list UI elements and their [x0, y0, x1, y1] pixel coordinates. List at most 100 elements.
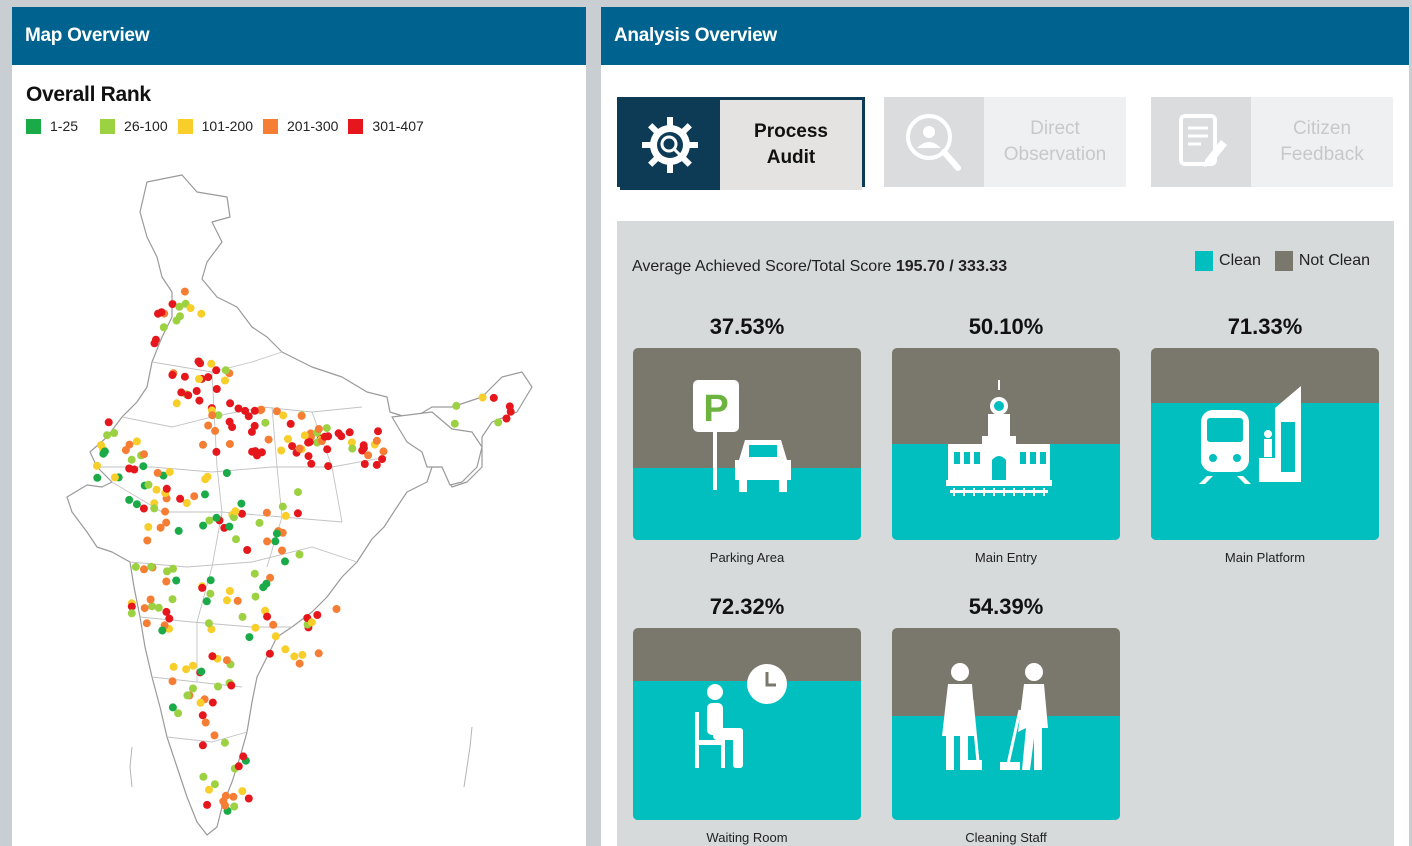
station-dot[interactable]	[208, 652, 217, 661]
station-dot[interactable]	[199, 521, 208, 530]
station-dot[interactable]	[204, 421, 213, 430]
station-dot[interactable]	[174, 526, 183, 535]
station-dot[interactable]	[152, 485, 161, 494]
station-dot[interactable]	[248, 447, 257, 456]
station-dot[interactable]	[359, 444, 368, 453]
station-dot[interactable]	[223, 596, 231, 605]
station-dot[interactable]	[320, 432, 329, 441]
station-dot[interactable]	[182, 665, 191, 674]
station-dot[interactable]	[175, 302, 184, 311]
station-dot[interactable]	[281, 557, 289, 566]
station-dot[interactable]	[225, 440, 234, 448]
station-dot[interactable]	[207, 359, 216, 368]
station-dot[interactable]	[186, 304, 195, 313]
station-dot[interactable]	[110, 429, 119, 437]
station-dot[interactable]	[157, 308, 166, 317]
station-dot[interactable]	[125, 440, 134, 449]
station-dot[interactable]	[198, 711, 207, 720]
station-dot[interactable]	[281, 645, 290, 654]
station-dot[interactable]	[271, 632, 280, 641]
india-map-svg[interactable]	[12, 167, 586, 846]
station-dot[interactable]	[212, 513, 221, 522]
station-dot[interactable]	[228, 423, 237, 432]
station-dot[interactable]	[214, 682, 222, 691]
station-dot[interactable]	[313, 611, 322, 619]
station-dot[interactable]	[222, 656, 231, 665]
station-dot[interactable]	[300, 431, 309, 440]
station-dot[interactable]	[360, 460, 369, 468]
station-dot[interactable]	[247, 427, 256, 436]
station-dot[interactable]	[168, 300, 177, 309]
station-dot[interactable]	[140, 565, 148, 574]
station-dot[interactable]	[202, 597, 211, 606]
station-dot[interactable]	[452, 401, 461, 410]
station-dot[interactable]	[140, 604, 149, 613]
station-dot[interactable]	[189, 684, 197, 693]
station-dot[interactable]	[305, 438, 314, 447]
station-dot[interactable]	[221, 366, 230, 375]
station-dot[interactable]	[251, 623, 260, 632]
station-dot[interactable]	[226, 399, 235, 408]
station-dot[interactable]	[323, 445, 332, 454]
station-dot[interactable]	[238, 612, 247, 621]
station-dot[interactable]	[176, 312, 184, 321]
station-dot[interactable]	[225, 587, 234, 595]
station-dot[interactable]	[197, 309, 206, 318]
station-dot[interactable]	[284, 435, 292, 443]
station-dot[interactable]	[290, 652, 299, 661]
station-dot[interactable]	[132, 500, 141, 509]
station-dot[interactable]	[230, 802, 239, 811]
station-dot[interactable]	[288, 442, 297, 451]
station-dot[interactable]	[100, 447, 109, 456]
station-dot[interactable]	[201, 490, 209, 499]
station-dot[interactable]	[297, 411, 306, 420]
station-dot[interactable]	[314, 425, 323, 433]
station-dot[interactable]	[364, 451, 373, 460]
station-dot[interactable]	[127, 455, 136, 464]
station-dot[interactable]	[281, 511, 290, 520]
station-dot[interactable]	[231, 507, 240, 516]
station-dot[interactable]	[374, 427, 382, 436]
station-dot[interactable]	[286, 419, 295, 428]
station-dot[interactable]	[227, 681, 236, 690]
station-dot[interactable]	[205, 785, 213, 794]
station-dot[interactable]	[251, 592, 260, 601]
station-dot[interactable]	[196, 698, 205, 707]
station-dot[interactable]	[244, 412, 253, 421]
station-dot[interactable]	[265, 649, 274, 658]
station-dot[interactable]	[220, 738, 229, 747]
station-dot[interactable]	[295, 659, 304, 668]
station-dot[interactable]	[222, 469, 231, 477]
station-dot[interactable]	[140, 450, 148, 459]
station-dot[interactable]	[506, 407, 515, 416]
station-dot[interactable]	[204, 619, 213, 628]
station-dot[interactable]	[221, 791, 230, 800]
station-dot[interactable]	[93, 461, 101, 470]
station-dot[interactable]	[234, 762, 243, 771]
station-dot[interactable]	[104, 418, 113, 427]
station-dot[interactable]	[125, 464, 134, 473]
station-dot[interactable]	[180, 287, 189, 296]
tab-process-audit[interactable]: Process Audit	[617, 97, 865, 190]
station-dot[interactable]	[159, 323, 168, 332]
station-dot[interactable]	[177, 388, 186, 397]
station-dot[interactable]	[307, 459, 316, 468]
station-dot[interactable]	[182, 499, 191, 507]
station-dot[interactable]	[198, 583, 207, 592]
station-dot[interactable]	[234, 404, 243, 413]
station-dot[interactable]	[158, 626, 167, 635]
station-dot[interactable]	[203, 800, 212, 809]
station-dot[interactable]	[271, 537, 280, 546]
station-dot[interactable]	[172, 399, 181, 408]
station-dot[interactable]	[237, 499, 246, 508]
station-dot[interactable]	[144, 523, 153, 531]
station-dot[interactable]	[168, 595, 177, 604]
station-dot[interactable]	[184, 391, 193, 400]
station-dot[interactable]	[192, 387, 201, 395]
station-dot[interactable]	[153, 468, 162, 477]
station-dot[interactable]	[103, 431, 112, 440]
station-dot[interactable]	[293, 509, 302, 518]
station-dot[interactable]	[212, 447, 221, 456]
station-dot[interactable]	[272, 529, 281, 538]
station-dot[interactable]	[139, 504, 148, 513]
